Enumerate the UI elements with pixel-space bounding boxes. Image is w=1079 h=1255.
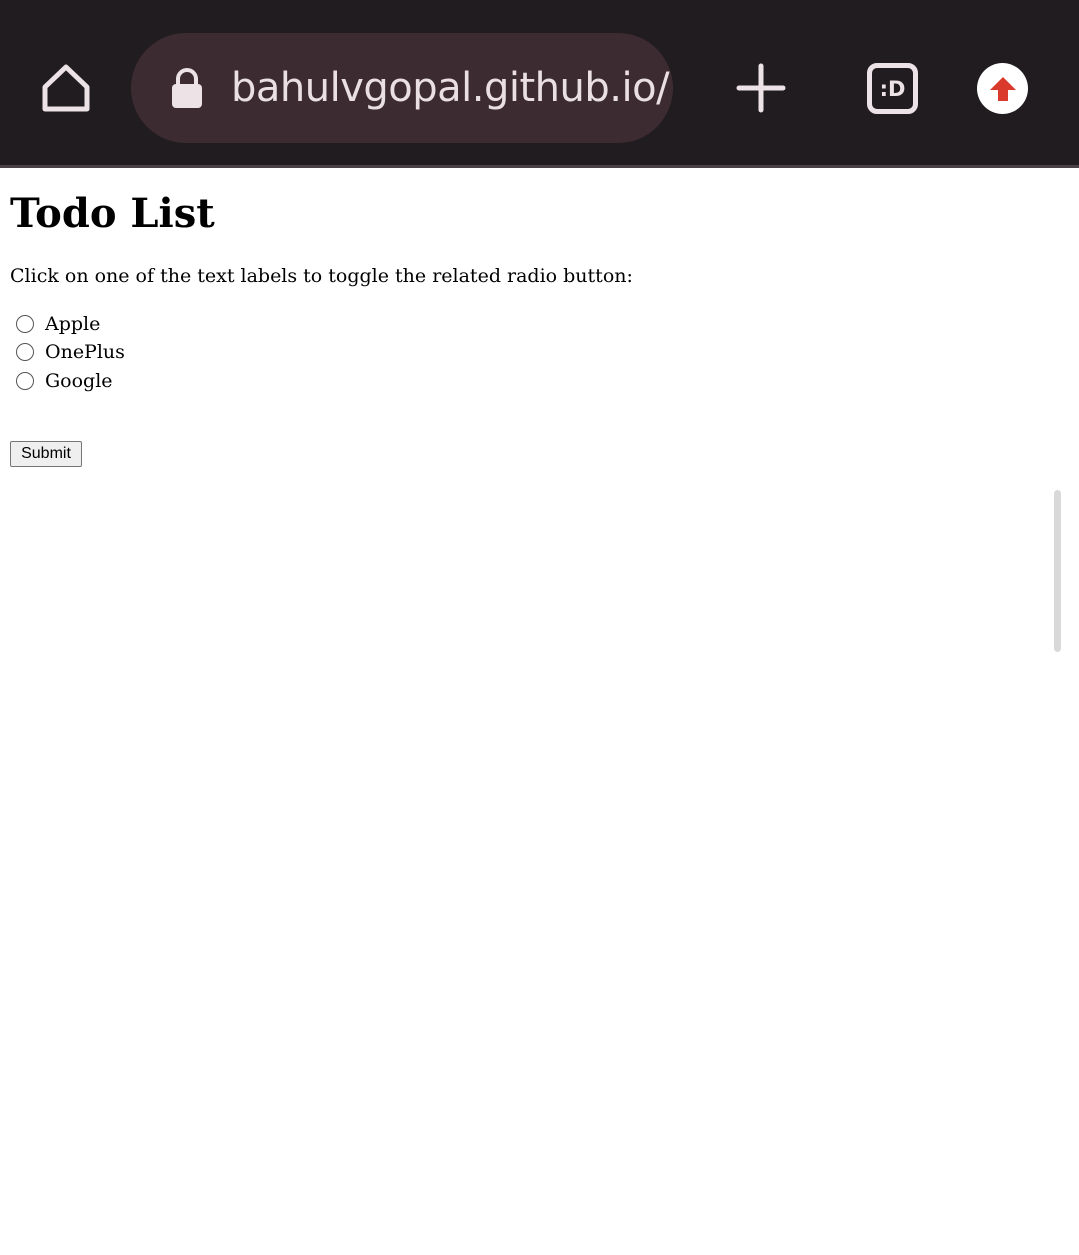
radio-label-oneplus[interactable]: OnePlus xyxy=(45,338,125,366)
url-text: bahulvgopal.github.io/ xyxy=(231,65,670,111)
home-button[interactable] xyxy=(36,58,96,118)
radio-button-google[interactable] xyxy=(16,372,34,390)
radio-option-google[interactable]: Google xyxy=(16,367,113,395)
radio-label-apple[interactable]: Apple xyxy=(45,310,100,338)
menu-button[interactable] xyxy=(977,63,1028,114)
browser-toolbar: bahulvgopal.github.io/ :D xyxy=(0,0,1079,168)
radio-option-apple[interactable]: Apple xyxy=(16,310,100,338)
radio-button-apple[interactable] xyxy=(16,315,34,333)
arrow-up-icon xyxy=(989,76,1016,101)
submit-button[interactable]: Submit xyxy=(10,441,82,467)
radio-option-oneplus[interactable]: OnePlus xyxy=(16,338,125,366)
new-tab-button[interactable] xyxy=(733,60,789,116)
tabs-icon: :D xyxy=(879,76,906,101)
radio-label-google[interactable]: Google xyxy=(45,367,113,395)
radio-button-oneplus[interactable] xyxy=(16,343,34,361)
instruction-text: Click on one of the text labels to toggl… xyxy=(10,265,633,287)
lock-icon xyxy=(172,68,202,108)
page-title: Todo List xyxy=(10,190,215,237)
tabs-button[interactable]: :D xyxy=(867,63,918,114)
plus-icon xyxy=(736,63,786,113)
scrollbar-thumb[interactable] xyxy=(1054,490,1061,652)
home-icon xyxy=(42,64,90,112)
url-bar[interactable]: bahulvgopal.github.io/ xyxy=(131,33,673,143)
